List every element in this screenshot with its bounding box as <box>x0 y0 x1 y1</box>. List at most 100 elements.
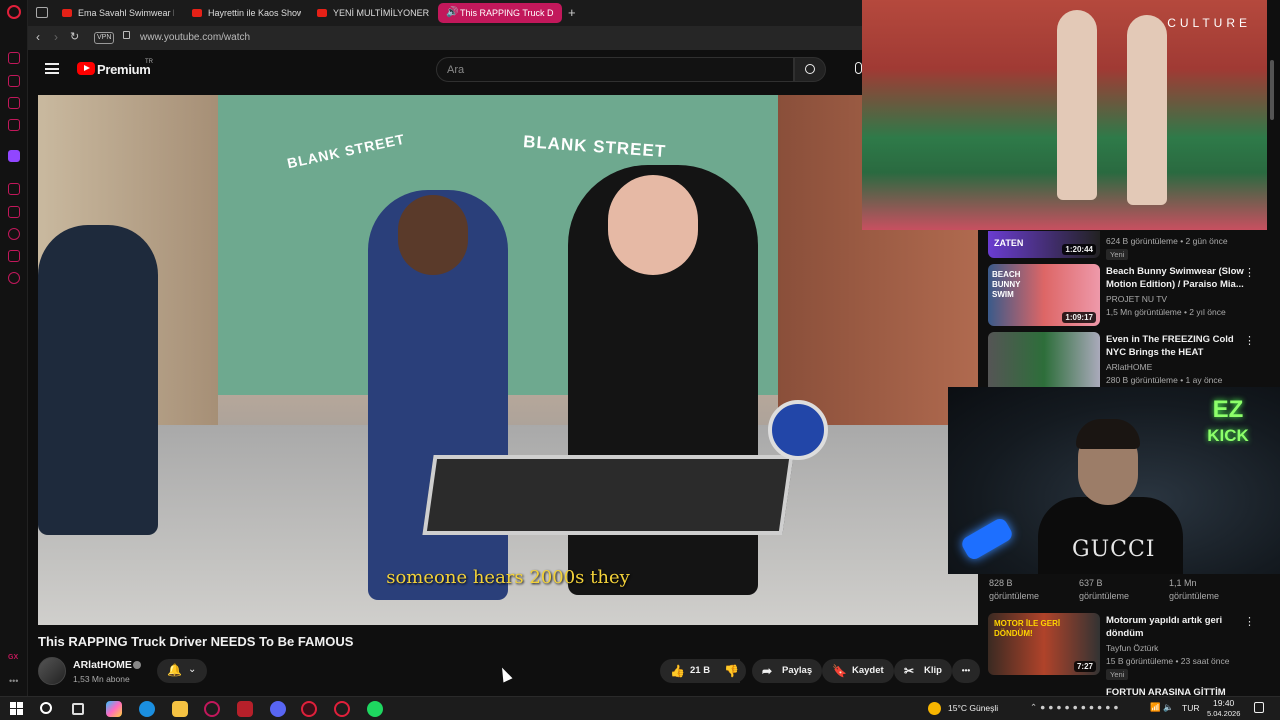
more-actions-button[interactable]: ••• <box>952 659 980 683</box>
share-label: Paylaş <box>782 665 813 676</box>
pip-video-overlay[interactable]: CULTURE <box>862 0 1267 230</box>
tab-rapping-truck[interactable]: 🔊 This RAPPING Truck D <box>438 3 562 23</box>
recommendation-item[interactable]: BEACH BUNNY SWIM 1:09:17 Beach Bunny Swi… <box>988 264 1263 330</box>
sidebar-instagram-icon[interactable] <box>8 97 20 109</box>
bell-icon: 🔔 <box>167 663 182 677</box>
sidebar-gx-label[interactable]: GX <box>8 654 18 661</box>
recommendation-thumbnail[interactable]: MOTOR İLE GERİ DÖNDÜM! 7:27 <box>988 613 1100 675</box>
task-view-icon[interactable] <box>72 703 84 715</box>
view-count-label: görüntüleme <box>1169 591 1220 601</box>
edge-icon[interactable] <box>139 701 155 717</box>
sidebar-twitch-icon[interactable] <box>8 150 20 162</box>
file-explorer-icon[interactable] <box>172 701 188 717</box>
pip-brand-text: CULTURE <box>1167 16 1251 30</box>
save-label: Kaydet <box>852 665 884 676</box>
notification-bell-button[interactable]: 🔔 ⌄ <box>157 659 207 683</box>
recommendation-title: Even in The FREEZING Cold NYC Brings the… <box>1106 334 1234 358</box>
view-count-number: 637 B <box>1079 578 1103 588</box>
tab-multimilyoner[interactable]: YENİ MULTİMİLYONER AF <box>311 3 431 23</box>
sidebar-bookmarks-icon[interactable] <box>8 206 20 218</box>
tab-label: Ema Savahl Swimwear Fa <box>78 8 174 18</box>
recommendation-item[interactable]: MOTOR İLE GERİ DÖNDÜM! 7:27 Motorum yapı… <box>988 613 1263 680</box>
speaker-icon[interactable]: 🔊 <box>446 3 458 23</box>
more-options-icon[interactable]: ⋮ <box>1244 266 1255 279</box>
app-icon[interactable] <box>237 701 253 717</box>
new-badge: Yeni <box>1106 249 1129 260</box>
sidebar-whatsapp-icon[interactable] <box>8 119 20 131</box>
search-button[interactable] <box>794 57 826 82</box>
volume-icon[interactable]: 🔈 <box>1163 702 1174 713</box>
url-field[interactable]: www.youtube.com/watch <box>140 32 250 43</box>
more-options-icon[interactable]: ⋮ <box>1244 615 1255 628</box>
tray-icons[interactable]: ⌃●●●●●●●●●● <box>1030 702 1121 713</box>
recommendation-title-partial[interactable]: FORTUN ARASINA GİTTİM <box>1106 687 1226 696</box>
menu-icon[interactable] <box>45 63 59 74</box>
video-frame-keyboard <box>422 455 794 535</box>
save-button[interactable]: 🔖 Kaydet <box>822 659 894 683</box>
clip-button[interactable]: ✂ Klip <box>894 659 952 683</box>
clock-time[interactable]: 19:40 <box>1213 698 1234 708</box>
reload-icon[interactable]: ↻ <box>70 30 79 43</box>
tab-label: YENİ MULTİMİLYONER AF <box>333 8 431 18</box>
back-icon[interactable]: ‹ <box>36 30 40 44</box>
thumbnail-text: ZATEN <box>994 238 1024 248</box>
voice-search-icon[interactable] <box>855 62 862 74</box>
discord-icon[interactable] <box>270 701 286 717</box>
sidebar-messenger-icon[interactable] <box>8 75 20 87</box>
opera-logo-icon[interactable] <box>7 5 21 19</box>
view-count: 637 B görüntüleme <box>1079 577 1129 603</box>
weather-sun-icon[interactable] <box>928 702 941 715</box>
spotify-icon[interactable] <box>367 701 383 717</box>
page-scrollbar[interactable] <box>1270 40 1276 680</box>
video-player[interactable]: BLANK STREET BLANK STREET someone hears … <box>38 95 978 625</box>
more-options-icon[interactable]: ⋮ <box>1244 334 1255 347</box>
recommendation-thumbnail[interactable]: ZATEN 1:20:44 <box>988 231 1100 258</box>
bookmark-icon: 🔖 <box>832 664 847 678</box>
network-icon[interactable]: 📶 <box>1150 702 1161 713</box>
notifications-icon[interactable] <box>1254 702 1264 713</box>
recommendation-title: Motorum yapıldı artık geri döndüm <box>1106 615 1223 639</box>
browser-sidebar: GX ••• <box>0 0 28 696</box>
recommendation-thumbnail[interactable]: BEACH BUNNY SWIM 1:09:17 <box>988 264 1100 326</box>
recommendation-meta: 624 B görüntüleme • 2 gün önce <box>1106 236 1228 246</box>
share-button[interactable]: ➦ Paylaş <box>752 659 823 683</box>
clock-date[interactable]: 5.04.2026 <box>1207 709 1240 718</box>
sidebar-downloads-icon[interactable] <box>8 250 20 262</box>
sidebar-history-icon[interactable] <box>8 183 20 195</box>
new-tab-button[interactable]: + <box>568 5 576 20</box>
search-input[interactable]: Ara <box>436 57 794 82</box>
video-frame-person <box>38 225 158 535</box>
tab-ema-savahl[interactable]: Ema Savahl Swimwear Fa <box>56 3 174 23</box>
video-frame-person <box>608 175 698 275</box>
forward-icon[interactable]: › <box>54 30 58 44</box>
scissors-icon: ✂ <box>904 664 915 678</box>
youtube-logo-text[interactable]: Premium <box>97 62 151 77</box>
opera-icon[interactable] <box>334 701 350 717</box>
recommendation-thumbnail[interactable] <box>988 332 1100 394</box>
tab-label: This RAPPING Truck D <box>460 8 554 18</box>
vpn-badge[interactable]: VPN <box>94 32 115 44</box>
weather-text[interactable]: 15°C Güneşli <box>948 703 998 713</box>
windows-start-icon[interactable] <box>9 701 25 717</box>
view-count-label: görüntüleme <box>989 591 1040 601</box>
opera-gx-icon[interactable] <box>301 701 317 717</box>
copilot-icon[interactable] <box>106 701 122 717</box>
tab-kaos-show[interactable]: Hayrettin ile Kaos Show - <box>186 3 301 23</box>
sidebar-clock-icon[interactable] <box>8 228 20 240</box>
tab-overview-icon[interactable] <box>36 7 48 18</box>
recommendation-item[interactable]: ZATEN 1:20:44 624 B görüntüleme • 2 gün … <box>988 231 1263 261</box>
video-frame-speaker <box>768 400 828 460</box>
channel-name[interactable]: ARlatHOME <box>73 659 132 671</box>
channel-avatar[interactable] <box>38 657 66 685</box>
sidebar-aria-icon[interactable] <box>8 52 20 64</box>
sidebar-more-icon[interactable]: ••• <box>9 676 18 686</box>
sidebar-settings-icon[interactable] <box>8 272 20 284</box>
search-icon[interactable] <box>40 702 52 714</box>
youtube-logo-icon[interactable] <box>77 62 95 75</box>
app-icon[interactable] <box>204 701 220 717</box>
view-count: 828 B görüntüleme <box>989 577 1039 603</box>
lock-icon[interactable] <box>123 31 130 39</box>
language-indicator[interactable]: TUR <box>1182 703 1199 713</box>
recommendation-channel: Tayfun Öztürk <box>1106 643 1159 653</box>
dislike-button[interactable]: 👎 <box>716 659 746 683</box>
